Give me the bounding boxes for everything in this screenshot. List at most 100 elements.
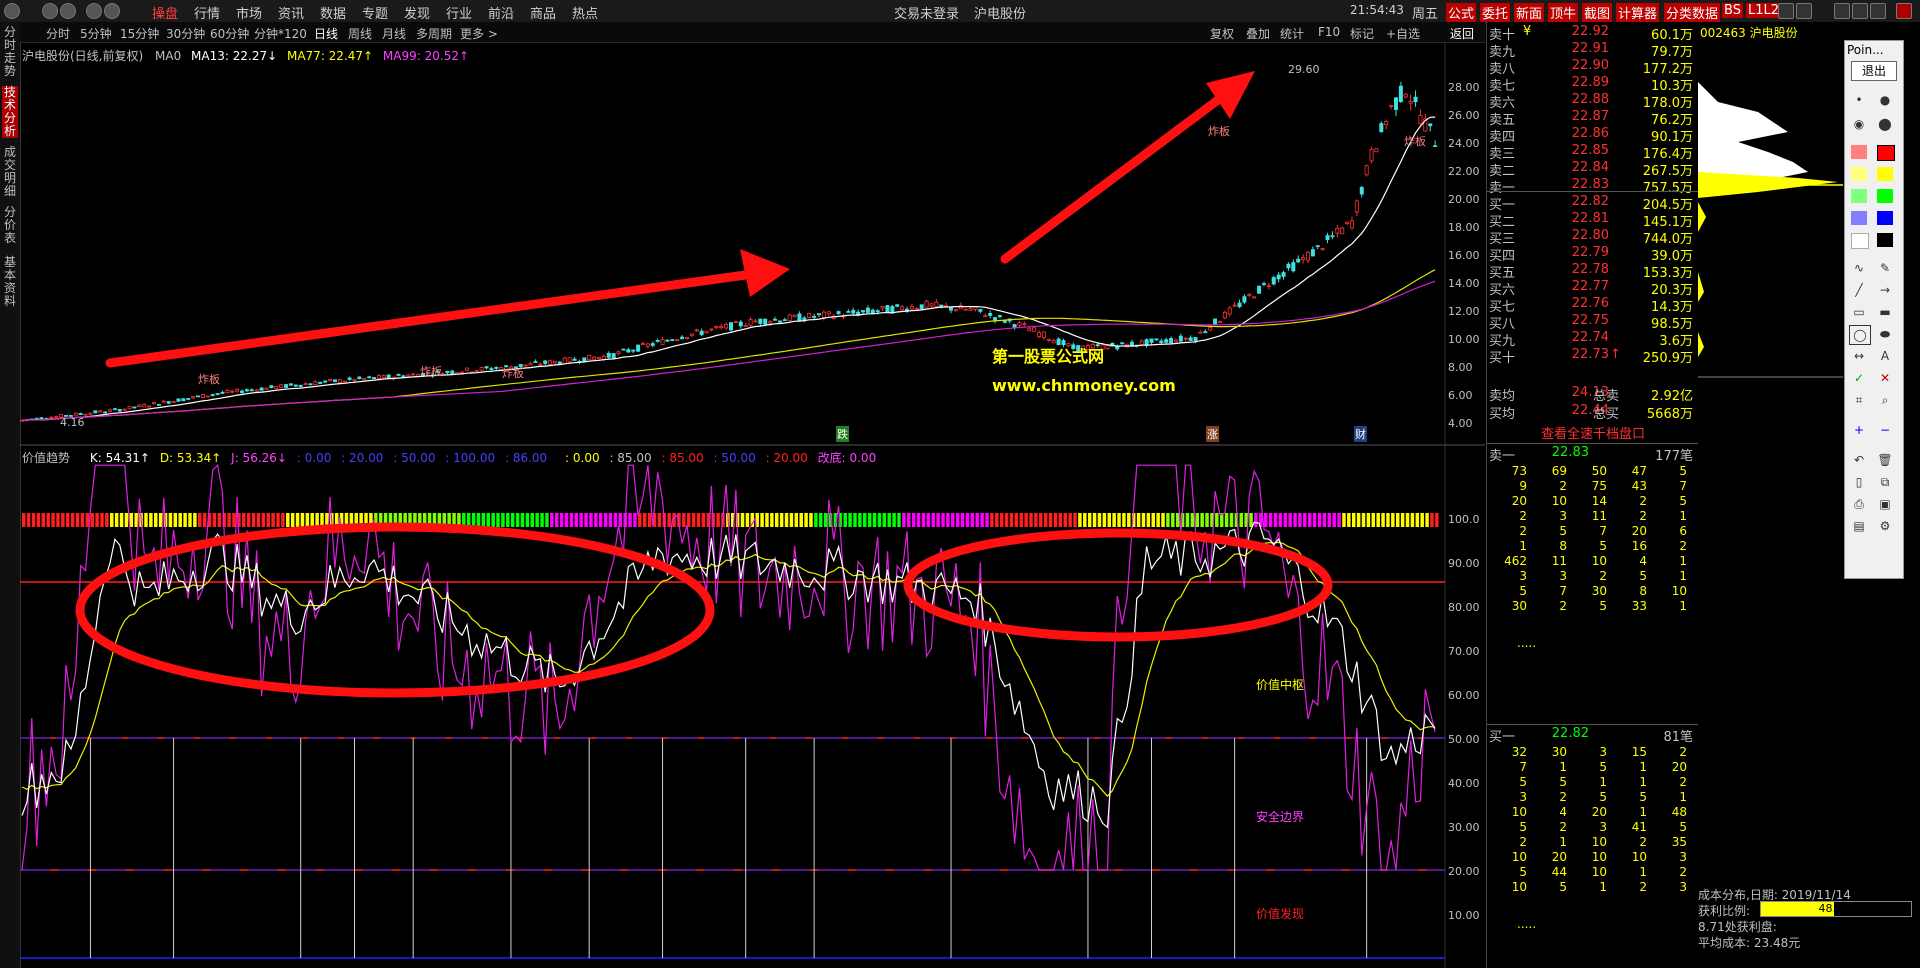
tab-new-panel[interactable]: 新面 bbox=[1514, 3, 1545, 22]
curve-icon[interactable]: ∿ bbox=[1849, 259, 1869, 277]
back-icon[interactable] bbox=[42, 3, 58, 19]
menu-item-hangqing[interactable]: 行情 bbox=[194, 3, 220, 22]
undo-icon[interactable]: ↶ bbox=[1849, 451, 1869, 469]
filled-ellipse-icon[interactable]: ⬬ bbox=[1875, 325, 1895, 343]
period-120min[interactable]: 分钟*120 bbox=[254, 25, 307, 42]
sell-row[interactable]: 卖六 22.88 178.0万 bbox=[1489, 92, 1697, 111]
tab-trade-detail[interactable]: 成交明细 bbox=[2, 146, 18, 198]
menu-item-zhuanti[interactable]: 专题 bbox=[362, 3, 388, 22]
menu-item-qianyan[interactable]: 前沿 bbox=[488, 3, 514, 22]
period-intraday[interactable]: 分时 bbox=[46, 25, 70, 42]
btn-add-watch[interactable]: +自选 bbox=[1386, 25, 1420, 42]
arrow-line-icon[interactable]: → bbox=[1875, 281, 1895, 299]
buy-row[interactable]: 买十 22.73 ↑ 250.9万 bbox=[1489, 347, 1697, 366]
sell-row[interactable]: 卖十 ¥22.92 60.1万 bbox=[1489, 24, 1697, 43]
color-swatch-pink[interactable] bbox=[1851, 145, 1867, 159]
period-weekly[interactable]: 周线 bbox=[348, 25, 372, 42]
plus-icon[interactable]: + bbox=[1849, 421, 1869, 439]
menu-item-caopan[interactable]: 操盘 bbox=[152, 3, 178, 22]
save-icon[interactable]: ▣ bbox=[1875, 495, 1895, 513]
image-icon[interactable]: ▤ bbox=[1849, 517, 1869, 535]
pencil-icon[interactable]: ✎ bbox=[1875, 259, 1895, 277]
tab-technical[interactable]: 技术分析 bbox=[2, 86, 18, 138]
btn-fuquan[interactable]: 复权 bbox=[1210, 25, 1234, 42]
period-daily[interactable]: 日线 bbox=[314, 25, 338, 42]
btn-mark[interactable]: 标记 bbox=[1350, 25, 1374, 42]
color-swatch-light-blue[interactable] bbox=[1851, 211, 1867, 225]
nav-right-icon[interactable] bbox=[1796, 3, 1812, 19]
btn-f10[interactable]: F10 bbox=[1318, 25, 1340, 39]
sell-row[interactable]: 卖七 22.89 10.3万 bbox=[1489, 75, 1697, 94]
tab-calculator[interactable]: 计算器 bbox=[1616, 3, 1660, 22]
dot-xlarge-icon[interactable]: ⬤ bbox=[1875, 115, 1895, 133]
buy-row[interactable]: 买七 22.76 14.3万 bbox=[1489, 296, 1697, 315]
event-mark-fall[interactable]: 跌 bbox=[836, 426, 849, 442]
menu-item-shangpin[interactable]: 商品 bbox=[530, 3, 556, 22]
restore-icon[interactable] bbox=[1870, 3, 1886, 19]
tab-l1l2[interactable]: L1L2 bbox=[1746, 3, 1782, 18]
buy-row[interactable]: 买四 22.79 39.0万 bbox=[1489, 245, 1697, 264]
crop-icon[interactable]: ⌗ bbox=[1849, 391, 1869, 409]
buy-row[interactable]: 买一 22.82 204.5万 bbox=[1489, 194, 1697, 213]
dot-small-icon[interactable]: • bbox=[1849, 91, 1869, 109]
sell-row[interactable]: 卖四 22.86 90.1万 bbox=[1489, 126, 1697, 145]
maximize-icon[interactable] bbox=[1852, 3, 1868, 19]
menu-item-faxian[interactable]: 发现 bbox=[404, 3, 430, 22]
buy-row[interactable]: 买三 22.80 744.0万 bbox=[1489, 228, 1697, 247]
sell-row[interactable]: 卖八 22.90 177.2万 bbox=[1489, 58, 1697, 77]
chart-area[interactable]: 沪电股份(日线,前复权) MA0 MA13: 22.27↓ MA77: 22.4… bbox=[20, 43, 1485, 968]
sell-row[interactable]: 卖九 22.91 79.7万 bbox=[1489, 41, 1697, 60]
btn-overlay[interactable]: 叠加 bbox=[1246, 25, 1270, 42]
exit-button[interactable]: 退出 bbox=[1851, 61, 1897, 81]
check-icon[interactable]: ✓ bbox=[1849, 369, 1869, 387]
menu-item-shichang[interactable]: 市场 bbox=[236, 3, 262, 22]
settings-icon[interactable]: ⚙ bbox=[1875, 517, 1895, 535]
zoom-icon[interactable]: ⌕ bbox=[1875, 391, 1895, 409]
double-arrow-icon[interactable]: ↔ bbox=[1849, 347, 1869, 365]
color-swatch-blue[interactable] bbox=[1877, 211, 1893, 225]
color-swatch-white[interactable] bbox=[1851, 233, 1869, 249]
ellipse-icon[interactable]: ◯ bbox=[1849, 325, 1871, 345]
tab-bs[interactable]: BS bbox=[1722, 3, 1743, 18]
minimize-icon[interactable] bbox=[1834, 3, 1850, 19]
print-icon[interactable]: ⎙ bbox=[1849, 495, 1869, 513]
nav-left-icon[interactable] bbox=[1778, 3, 1794, 19]
color-swatch-light-green[interactable] bbox=[1851, 189, 1867, 203]
trash-icon[interactable]: 🗑 bbox=[1875, 451, 1895, 469]
filled-rectangle-icon[interactable]: ▬ bbox=[1875, 303, 1895, 321]
line-icon[interactable]: ╱ bbox=[1849, 281, 1869, 299]
tab-formula[interactable]: 公式 bbox=[1446, 3, 1477, 22]
cross-icon[interactable]: ✕ bbox=[1875, 369, 1895, 387]
period-30min[interactable]: 30分钟 bbox=[166, 25, 205, 42]
buy-row[interactable]: 买二 22.81 145.1万 bbox=[1489, 211, 1697, 230]
period-monthly[interactable]: 月线 bbox=[382, 25, 406, 42]
tab-price-table[interactable]: 分价表 bbox=[2, 206, 18, 245]
new-file-icon[interactable]: ▯ bbox=[1849, 473, 1869, 491]
dot-large-icon[interactable]: ◉ bbox=[1849, 115, 1869, 133]
event-mark-finance[interactable]: 财 bbox=[1354, 426, 1367, 442]
tab-category-data[interactable]: 分类数据 bbox=[1664, 3, 1721, 22]
menu-item-hangye[interactable]: 行业 bbox=[446, 3, 472, 22]
tab-dingniu[interactable]: 顶牛 bbox=[1548, 3, 1579, 22]
home-icon[interactable] bbox=[104, 3, 120, 19]
color-swatch-green[interactable] bbox=[1877, 189, 1893, 203]
btn-stats[interactable]: 统计 bbox=[1280, 25, 1304, 42]
buy-row[interactable]: 买五 22.78 153.3万 bbox=[1489, 262, 1697, 281]
minus-icon[interactable]: − bbox=[1875, 421, 1895, 439]
menu-item-redian[interactable]: 热点 bbox=[572, 3, 598, 22]
tab-intraday[interactable]: 分时走势 bbox=[2, 26, 18, 78]
full-depth-link[interactable]: 查看全速千档盘口 bbox=[1487, 423, 1699, 442]
buy-row[interactable]: 买九 22.74 3.6万 bbox=[1489, 330, 1697, 349]
buy-row[interactable]: 买八 22.75 98.5万 bbox=[1489, 313, 1697, 332]
close-icon[interactable] bbox=[1896, 3, 1912, 19]
sell-row[interactable]: 卖二 22.84 267.5万 bbox=[1489, 160, 1697, 179]
dot-medium-icon[interactable]: ● bbox=[1875, 91, 1895, 109]
tab-screenshot[interactable]: 截图 bbox=[1582, 3, 1613, 22]
color-swatch-yellow[interactable] bbox=[1877, 167, 1893, 181]
period-more[interactable]: 更多 > bbox=[460, 25, 498, 42]
forward-icon[interactable] bbox=[60, 3, 76, 19]
tab-fundamentals[interactable]: 基本资料 bbox=[2, 256, 18, 308]
btn-back[interactable]: 返回 bbox=[1450, 25, 1474, 42]
period-5min[interactable]: 5分钟 bbox=[80, 25, 112, 42]
menu-item-shuju[interactable]: 数据 bbox=[320, 3, 346, 22]
